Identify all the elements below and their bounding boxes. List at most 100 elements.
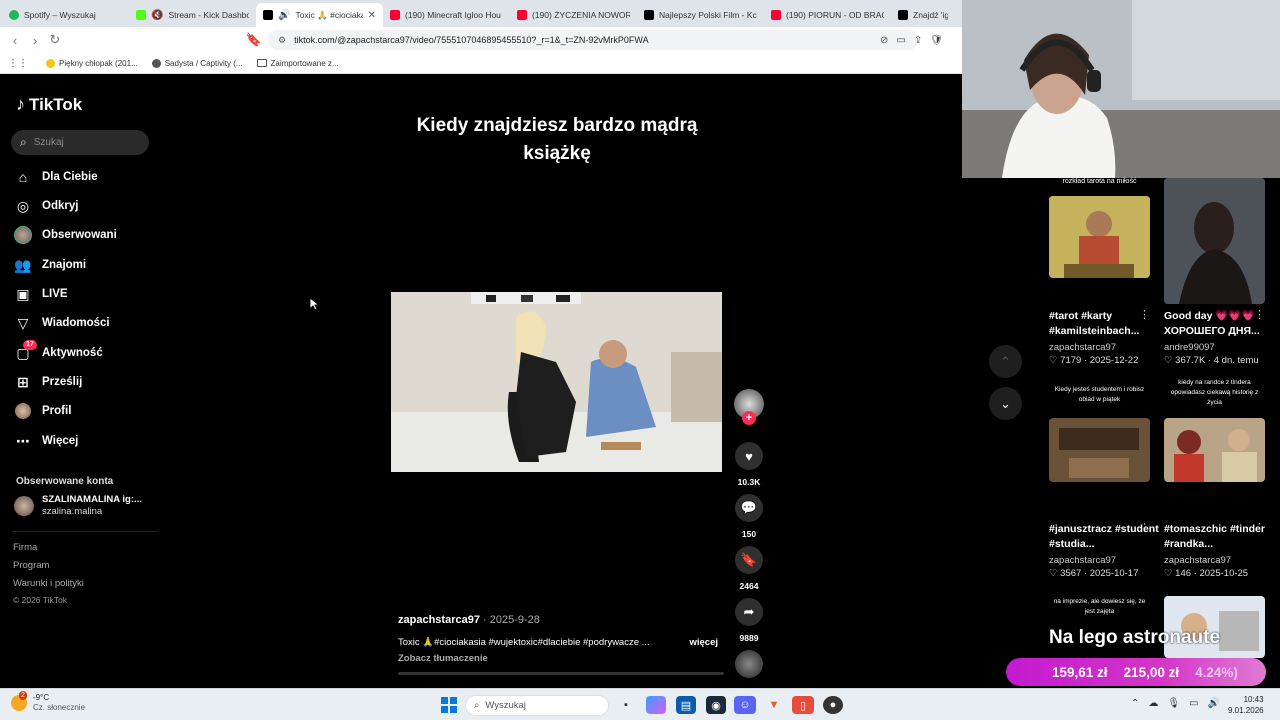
apps-grid-icon[interactable]: ⋮⋮ [8, 58, 28, 69]
nav-dla-ciebie[interactable]: ⌂ Dla Ciebie [14, 164, 154, 190]
compass-icon: ◎ [16, 197, 30, 214]
taskbar-search-input[interactable]: ⌕ Wyszukaj [465, 695, 609, 716]
tab-kick[interactable]: 🔇 Stream - Kick Dashboa [129, 3, 256, 27]
nav-przeslij[interactable]: ⊞ Prześlij [14, 369, 154, 395]
footer-program[interactable]: Program [13, 560, 49, 571]
more-icon: ⋯ [16, 432, 30, 449]
url-field[interactable]: ⚙ tiktok.com/@zapachstarca97/video/75551… [268, 30, 918, 50]
clock[interactable]: 10:43 9.01.2026 [1228, 694, 1264, 716]
related-1-top-text: rozkład tarota na miłość [1062, 178, 1137, 185]
bookmark-icon[interactable]: 🔖 [244, 32, 264, 48]
forward-icon[interactable]: › [25, 33, 45, 48]
scroll-down-icon[interactable]: ⌄ [989, 387, 1022, 420]
weather-sun-icon: 2 [11, 691, 27, 711]
close-tab-icon[interactable]: ✕ [368, 10, 376, 21]
related-2-thumbnail[interactable] [1164, 178, 1265, 304]
related-2-author[interactable]: andre99097 [1164, 342, 1215, 353]
kebab-menu-icon[interactable]: ⋮ [1254, 308, 1265, 321]
price-current: 159,61 zł [1052, 664, 1108, 680]
bookmark-item[interactable]: Piękny chłopak (201... [46, 58, 138, 68]
extensions-icons[interactable]: ⊘▭⇪🛡 [880, 35, 951, 46]
system-tray-icons[interactable]: ⌃☁🎙▭🔊 [1131, 698, 1229, 709]
tiktok-icon [644, 10, 654, 20]
save-button[interactable]: 🔖 2464 [733, 546, 765, 591]
brave-icon[interactable]: ▼ [764, 696, 784, 714]
tab-youtube-3[interactable]: (190) PIORUN - OD BRAC [764, 3, 891, 27]
search-icon: ⌕ [20, 135, 27, 149]
speaker-icon: 🔊 [278, 9, 291, 21]
live-icon: ▣ [16, 285, 30, 302]
nav-wiadomosci[interactable]: ▽ Wiadomości [14, 310, 154, 336]
author-name[interactable]: zapachstarca97 [398, 614, 480, 626]
webcam-feed-image [962, 0, 1280, 178]
windows-start-icon[interactable] [439, 696, 459, 714]
related-4-top-text: kiedy na randce z tindera opowiadasz cie… [1170, 379, 1259, 406]
tab-youtube-2[interactable]: (190) ŻYCZENIA NOWORO [510, 3, 637, 27]
reload-icon[interactable]: ↻ [45, 32, 65, 48]
nav-odkryj[interactable]: ◎ Odkryj [14, 193, 154, 219]
tiktok-logo[interactable]: ♪ TikTok [16, 94, 82, 115]
site-info-icon[interactable]: ⚙ [278, 35, 286, 46]
translate-link[interactable]: Zobacz tłumaczenie [398, 653, 718, 664]
kebab-menu-icon[interactable]: ⋮ [1139, 521, 1150, 534]
followed-name: SZALINAMALINA ig:... [42, 494, 142, 505]
discord-icon[interactable]: ☺ [734, 696, 756, 714]
friends-icon: 👥 [14, 256, 32, 273]
kebab-menu-icon[interactable]: ⋮ [1254, 521, 1265, 534]
follow-plus-icon[interactable]: + [742, 411, 756, 425]
related-4-thumbnail[interactable] [1164, 418, 1265, 482]
tab-tiktok-3[interactable]: Znajdź 'igloo' [891, 3, 955, 27]
nav-wiecej[interactable]: ⋯ Więcej [14, 428, 154, 454]
messages-icon: ▽ [17, 314, 29, 331]
related-3-author[interactable]: zapachstarca97 [1049, 555, 1116, 566]
kick-icon [136, 10, 146, 20]
price-overlay: 159,61 zł 215,00 zł 4.24%) [1006, 658, 1266, 686]
save-count: 2464 [739, 581, 759, 591]
footer-copyright: © 2026 TikTok [13, 595, 67, 605]
related-3-stats: ♡ 3567 · 2025-10-17 [1049, 568, 1139, 579]
related-1-thumbnail[interactable] [1049, 196, 1150, 278]
nav-aktywnosc[interactable]: ▢ 17 Aktywność [14, 340, 154, 366]
app-window-icon[interactable]: ▯ [792, 696, 814, 714]
nav-znajomi[interactable]: 👥 Znajomi [14, 252, 154, 278]
bookmark-item[interactable]: Sadysta / Captivity (... [151, 58, 243, 68]
nav-live[interactable]: ▣ LIVE [14, 281, 154, 307]
related-4-author[interactable]: zapachstarca97 [1164, 555, 1231, 566]
tab-tiktok-active[interactable]: 🔊 Toxic 🙏 #ciociaka ✕ [256, 3, 383, 27]
tab-youtube-1[interactable]: (190) Minecraft Igloo Hou [383, 3, 510, 27]
store-icon[interactable]: ▤ [676, 696, 696, 714]
related-3-thumbnail[interactable] [1049, 418, 1150, 482]
back-icon[interactable]: ‹ [5, 33, 25, 48]
bookmark-folder[interactable]: Zaimportowane z... [256, 59, 339, 68]
task-view-icon[interactable]: ▪ [616, 696, 636, 714]
weather-widget[interactable]: 2 -9°C Cz. słonecznie [11, 691, 86, 713]
creator-avatar-follow[interactable]: + [733, 389, 765, 425]
nav-profil[interactable]: Profil [14, 398, 154, 424]
heart-outline-icon: ♡ [1164, 355, 1173, 366]
sound-disc[interactable] [733, 650, 765, 678]
related-1-author[interactable]: zapachstarca97 [1049, 342, 1116, 353]
video-player[interactable] [391, 292, 722, 472]
search-icon: ⌕ [474, 700, 480, 711]
related-videos-panel: rozkład tarota na miłość #tarot #karty #… [1033, 178, 1280, 688]
like-button[interactable]: ♥ 10.3K [733, 442, 765, 487]
heart-outline-icon: ♡ [1049, 568, 1058, 579]
weather-desc: Cz. słonecznie [33, 703, 86, 712]
progress-bar[interactable] [398, 672, 724, 675]
comment-button[interactable]: 💬 150 [733, 494, 765, 539]
nav-obserwowani[interactable]: Obserwowani [14, 222, 154, 248]
tab-spotify[interactable]: Spotify – Wyszukaj [2, 3, 129, 27]
kebab-menu-icon[interactable]: ⋮ [1139, 308, 1150, 321]
tab-tiktok-2[interactable]: Najlepszy Polski Film - Kc [637, 3, 764, 27]
scroll-up-icon[interactable]: ⌃ [989, 345, 1022, 378]
followed-account[interactable]: SZALINAMALINA ig:... szalina.malina [14, 494, 142, 518]
footer-terms[interactable]: Warunki i polityki [13, 578, 84, 589]
share-button[interactable]: ➦ 9889 [733, 598, 765, 643]
obs-icon[interactable]: ● [823, 696, 843, 714]
copilot-icon[interactable] [646, 696, 666, 714]
footer-firma[interactable]: Firma [13, 542, 37, 553]
steam-icon[interactable]: ◉ [706, 696, 726, 714]
more-link[interactable]: więcej [689, 637, 718, 648]
comment-count: 150 [741, 529, 757, 539]
search-input[interactable]: ⌕ Szukaj [11, 130, 149, 155]
